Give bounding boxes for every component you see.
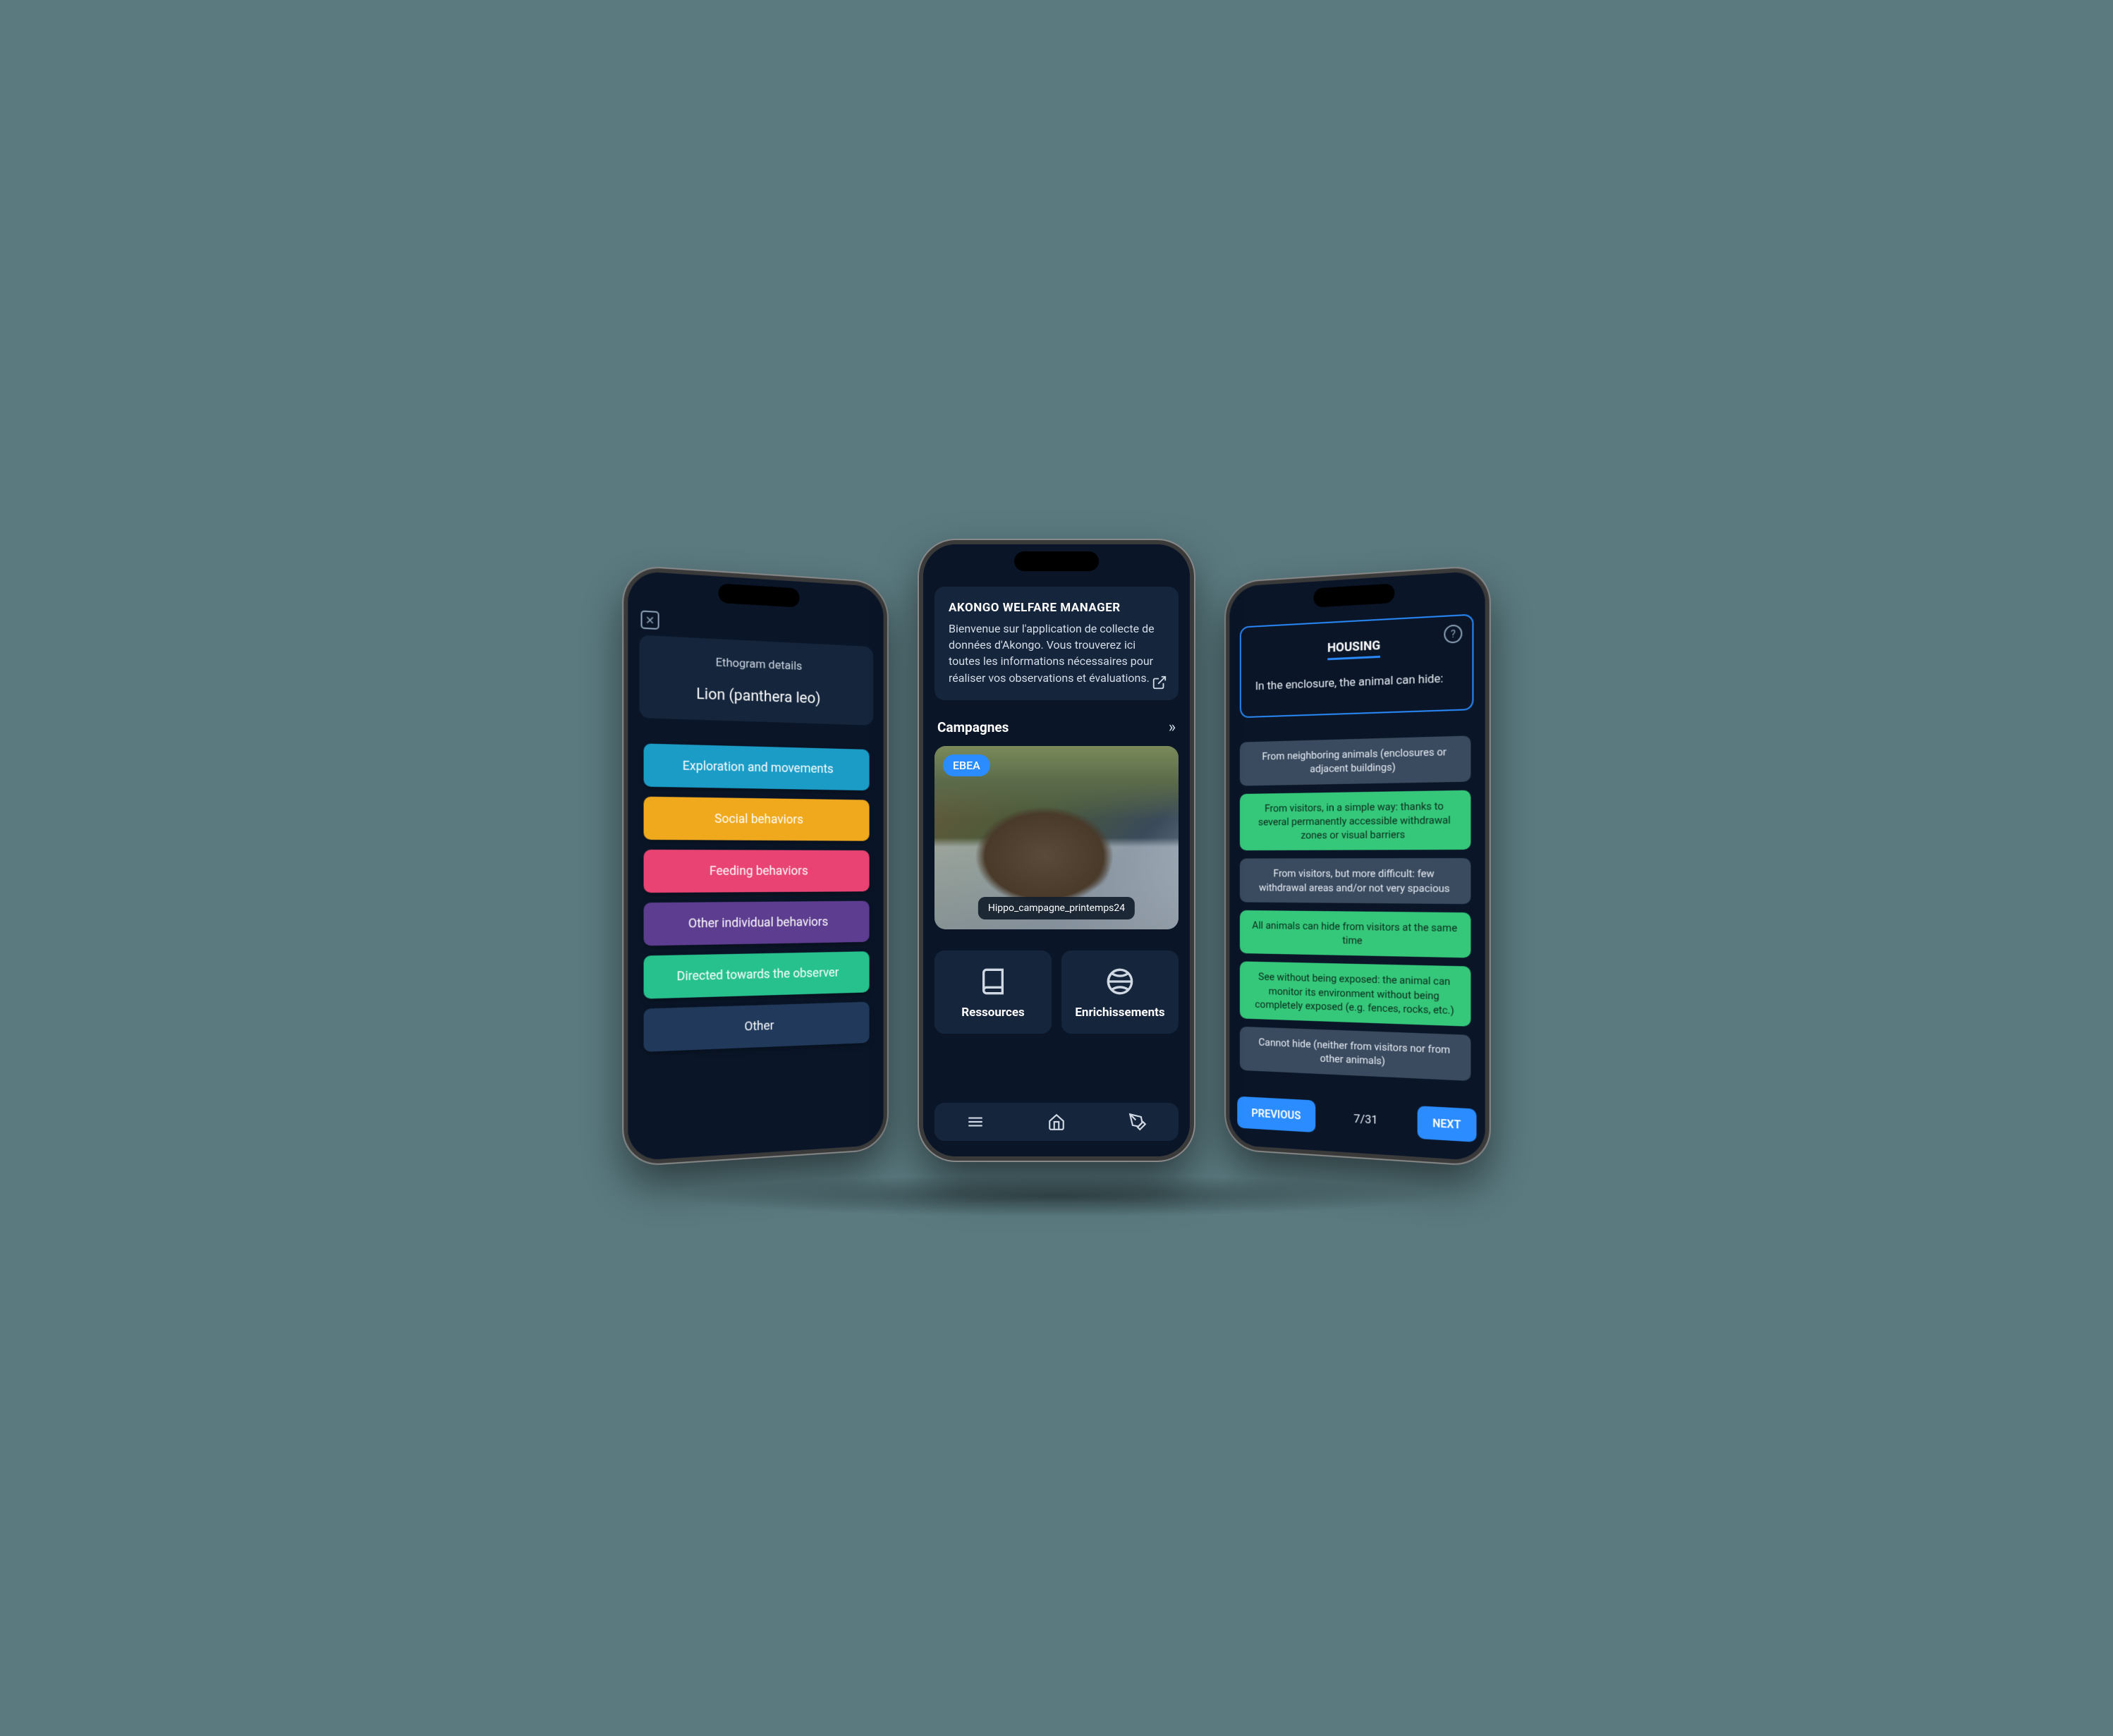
campaign-badge: EBEA xyxy=(943,754,990,776)
campaign-card[interactable]: EBEA Hippo_campagne_printemps24 xyxy=(934,746,1179,929)
category-list: Exploration and movements Social behavio… xyxy=(640,743,874,1052)
answer-option[interactable]: From visitors, in a simple way: thanks t… xyxy=(1240,790,1470,850)
enrichments-label: Enrichissements xyxy=(1075,1005,1164,1020)
category-exploration[interactable]: Exploration and movements xyxy=(644,743,870,790)
answer-option[interactable]: All animals can hide from visitors at th… xyxy=(1240,910,1470,958)
pen-icon[interactable] xyxy=(1128,1113,1147,1131)
category-other-ind[interactable]: Other individual behaviors xyxy=(644,901,870,946)
category-observer[interactable]: Directed towards the observer xyxy=(644,951,870,998)
phone-left: ✕ Ethogram details Lion (panthera leo) E… xyxy=(623,566,887,1166)
phone-right: ? HOUSING In the enclosure, the animal c… xyxy=(1226,566,1490,1166)
welcome-title: AKONGO WELFARE MANAGER xyxy=(949,601,1164,615)
external-link-icon[interactable] xyxy=(1152,675,1167,690)
bottom-navbar xyxy=(934,1103,1179,1141)
answer-option[interactable]: From visitors, but more difficult: few w… xyxy=(1240,858,1470,904)
campaigns-heading: Campagnes xyxy=(937,719,1009,735)
category-other[interactable]: Other xyxy=(644,1002,870,1052)
footer-nav: PREVIOUS 7/31 NEXT xyxy=(1237,1096,1476,1142)
phone-center: AKONGO WELFARE MANAGER Bienvenue sur l'a… xyxy=(919,540,1194,1161)
welcome-body: Bienvenue sur l'application de collecte … xyxy=(949,621,1164,686)
answer-list: From neighboring animals (enclosures or … xyxy=(1240,735,1474,1081)
resources-card[interactable]: Ressources xyxy=(934,950,1052,1034)
next-button[interactable]: NEXT xyxy=(1417,1106,1476,1142)
welcome-card: AKONGO WELFARE MANAGER Bienvenue sur l'a… xyxy=(934,587,1179,700)
answer-option[interactable]: From neighboring animals (enclosures or … xyxy=(1240,735,1470,786)
answer-option[interactable]: Cannot hide (neither from visitors nor f… xyxy=(1240,1027,1470,1081)
section-title: HOUSING xyxy=(1327,638,1380,660)
previous-button[interactable]: PREVIOUS xyxy=(1237,1096,1315,1132)
ethogram-header: Ethogram details Lion (panthera leo) xyxy=(640,635,874,726)
campaign-name: Hippo_campagne_printemps24 xyxy=(978,897,1135,919)
ball-icon xyxy=(1106,967,1134,996)
question-card: ? HOUSING In the enclosure, the animal c… xyxy=(1240,613,1474,718)
menu-icon[interactable] xyxy=(966,1113,985,1131)
category-social[interactable]: Social behaviors xyxy=(644,797,870,841)
enrichments-card[interactable]: Enrichissements xyxy=(1061,950,1179,1034)
close-icon[interactable]: ✕ xyxy=(641,611,659,630)
resources-label: Ressources xyxy=(961,1005,1025,1020)
page-counter: 7/31 xyxy=(1353,1112,1377,1127)
ethogram-title: Ethogram details xyxy=(652,653,862,676)
answer-option[interactable]: See without being exposed: the animal ca… xyxy=(1240,962,1470,1027)
chevron-right-icon[interactable]: » xyxy=(1169,719,1176,736)
category-feeding[interactable]: Feeding behaviors xyxy=(644,850,870,893)
home-icon[interactable] xyxy=(1047,1113,1066,1131)
species-name: Lion (panthera leo) xyxy=(652,684,862,709)
book-icon xyxy=(979,967,1007,996)
